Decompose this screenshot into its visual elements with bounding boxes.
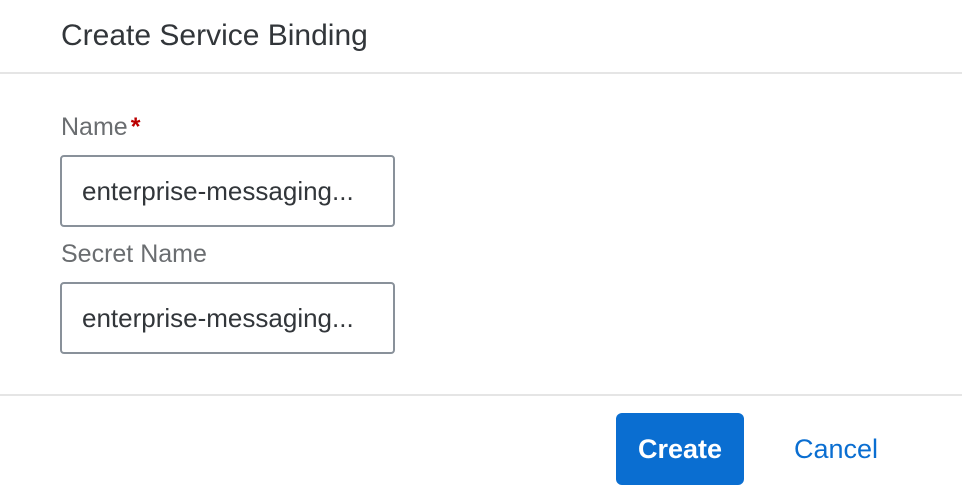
name-label-text: Name	[61, 113, 128, 141]
name-input[interactable]	[60, 155, 395, 227]
dialog-body: Name* Secret Name	[0, 74, 962, 394]
dialog-title: Create Service Binding	[61, 19, 368, 52]
dialog-footer: Create Cancel	[0, 394, 962, 498]
secret-name-field-label: Secret Name	[61, 240, 207, 268]
secret-name-input[interactable]	[60, 282, 395, 354]
create-button[interactable]: Create	[616, 413, 744, 485]
dialog-header: Create Service Binding	[0, 0, 962, 74]
cancel-button[interactable]: Cancel	[770, 413, 902, 485]
create-service-binding-dialog: Create Service Binding Name* Secret Name…	[0, 0, 962, 498]
name-field-label: Name *	[61, 112, 140, 142]
required-indicator: *	[130, 113, 141, 141]
